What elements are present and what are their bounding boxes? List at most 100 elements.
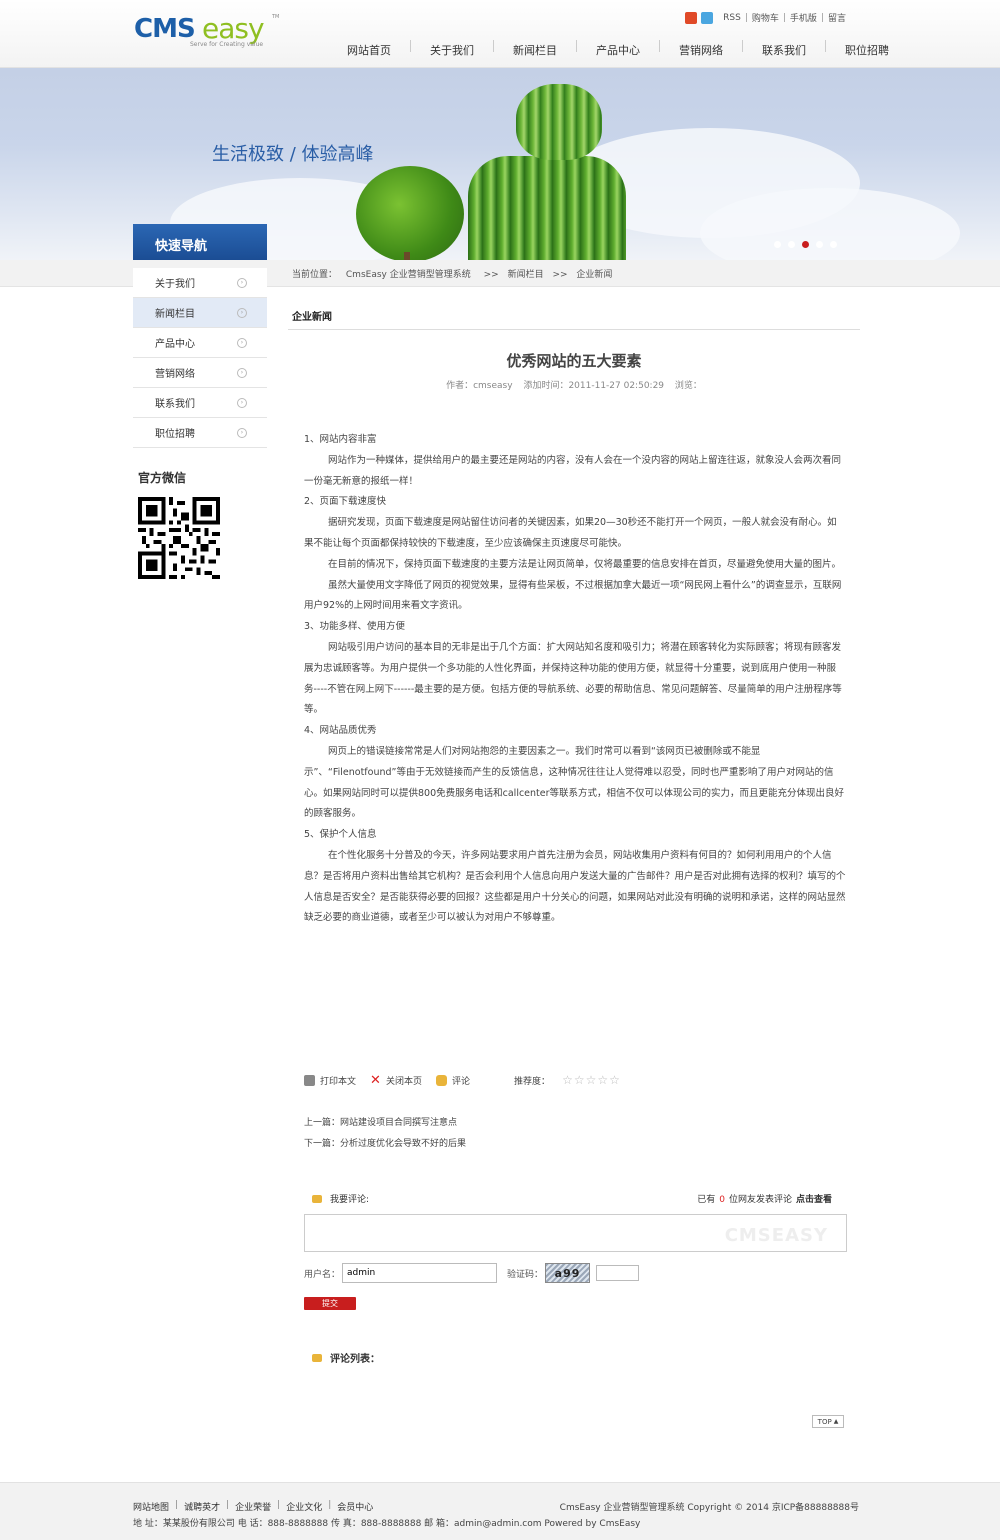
article-subheading: 2、页面下载速度快 (304, 496, 387, 508)
divider: | (744, 12, 748, 23)
nav-divider (825, 40, 826, 52)
back-to-top-button[interactable]: TOP ▲ (812, 1415, 844, 1428)
section-divider (288, 329, 860, 330)
nav-label: 网站首页 (347, 44, 391, 57)
nav-item-products[interactable]: 产品中心 (585, 40, 651, 60)
person-head-image (516, 84, 602, 160)
sidebar-item-contact[interactable]: 联系我们 › (133, 388, 267, 418)
divider: | (175, 1500, 179, 1510)
star-icon[interactable]: ☆ (562, 1073, 573, 1087)
sidebar-item-about[interactable]: 关于我们 › (133, 268, 267, 298)
star-icon[interactable]: ☆ (574, 1073, 585, 1087)
tree-trunk (404, 252, 410, 260)
share-icon[interactable] (701, 11, 714, 24)
top-link-mobile[interactable]: 手机版 (790, 11, 817, 24)
comment-count-suffix: 位网友发表评论 (728, 1195, 792, 1205)
divider: | (782, 12, 786, 23)
sidebar-item-news[interactable]: 新闻栏目 › (133, 298, 267, 328)
top-link-cart[interactable]: 购物车 (752, 11, 779, 24)
comment-count: 0 (719, 1195, 725, 1205)
footer-link-culture[interactable]: 企业文化 (286, 1500, 322, 1513)
sidebar-item-products[interactable]: 产品中心 › (133, 328, 267, 358)
top-link-message[interactable]: 留言 (828, 11, 846, 24)
article-paragraph: 网页上的错误链接常常是人们对网站抱怨的主要因素之一。我们时常可以看到“该网页已被… (304, 745, 845, 820)
footer-links: 网站地图 | 诚聘英才 | 企业荣誉 | 企业文化 | 会员中心 (133, 1500, 373, 1513)
slider-dot[interactable] (830, 241, 837, 248)
article-subheading: 5、保护个人信息 (304, 829, 377, 841)
banner-slogan: 生活极致 / 体验高峰 (212, 144, 374, 165)
star-icon[interactable]: ☆ (597, 1073, 608, 1087)
submit-button[interactable]: 提交 (304, 1297, 356, 1310)
slider-dots (774, 241, 844, 248)
nav-item-network[interactable]: 营销网络 (668, 40, 734, 60)
nav-divider (410, 40, 411, 52)
site-logo[interactable]: CMS easy Serve for Creating value TM (134, 12, 284, 52)
top-links: RSS | 购物车 | 手机版 | 留言 (685, 11, 846, 24)
close-page-button[interactable]: ✕ 关闭本页 (370, 1074, 422, 1087)
comment-button[interactable]: 评论 (436, 1074, 470, 1087)
footer-link-honor[interactable]: 企业荣誉 (235, 1500, 271, 1513)
slider-dot[interactable] (774, 241, 781, 248)
footer-link-jobs[interactable]: 诚聘英才 (184, 1500, 220, 1513)
breadcrumb-home[interactable]: CmsEasy 企业营销型管理系统 (346, 270, 471, 280)
article-paragraph: 虽然大量使用文字降低了网页的视觉效果，显得有些呆板，不过根据加拿大最近一项“网民… (304, 579, 842, 612)
username-input[interactable] (342, 1263, 498, 1283)
comment-list-header: 评论列表： (312, 1350, 380, 1365)
rss-icon[interactable] (685, 11, 698, 24)
article-views: 浏览： (674, 381, 702, 391)
slider-dot[interactable] (788, 241, 795, 248)
nav-item-about[interactable]: 关于我们 (419, 40, 485, 60)
article-subheading: 3、功能多样、使用方便 (304, 621, 406, 633)
slider-dot[interactable] (816, 241, 823, 248)
footer-link-sitemap[interactable]: 网站地图 (133, 1500, 169, 1513)
chevron-right-icon: › (237, 307, 247, 318)
sidebar-item-jobs[interactable]: 职位招聘 › (133, 418, 267, 448)
divider: | (226, 1500, 230, 1510)
rating-stars[interactable]: ☆ ☆ ☆ ☆ ☆ (562, 1073, 621, 1087)
site-footer: 网站地图 | 诚聘英才 | 企业荣誉 | 企业文化 | 会员中心 CmsEasy 企业营… (0, 1482, 1000, 1540)
breadcrumb-sep: >> (483, 270, 499, 280)
comment-icon (312, 1353, 322, 1362)
article-paragraph: 网站作为一种媒体，提供给用户的最主要还是网站的内容，没有人会在一个没内容的网站上… (304, 454, 842, 487)
footer-link-member[interactable]: 会员中心 (337, 1500, 373, 1513)
person-silhouette-image (468, 156, 626, 260)
nav-divider (493, 40, 494, 52)
article-paragraph: 网站吸引用户访问的基本目的无非是出于几个方面：扩大网站知名度和吸引力；将潜在顾客… (304, 641, 842, 716)
star-icon[interactable]: ☆ (609, 1073, 620, 1087)
slider-dot-active[interactable] (802, 241, 809, 248)
nav-item-home[interactable]: 网站首页 (336, 40, 402, 60)
divider: | (328, 1500, 332, 1510)
breadcrumb-news[interactable]: 新闻栏目 (508, 270, 544, 280)
sidebar-item-label: 职位招聘 (155, 429, 195, 440)
captcha-image[interactable]: a99 (545, 1263, 591, 1283)
breadcrumb-current[interactable]: 企业新闻 (576, 270, 612, 280)
chevron-right-icon: › (237, 427, 247, 438)
site-header: CMS easy Serve for Creating value TM RSS… (0, 0, 1000, 68)
captcha-input[interactable] (596, 1265, 640, 1281)
sidebar-item-label: 联系我们 (155, 399, 195, 410)
nav-label: 联系我们 (762, 44, 806, 57)
username-label: 用户名： (304, 1269, 341, 1280)
nav-item-contact[interactable]: 联系我们 (751, 40, 817, 60)
quick-nav-title: 快速导航 (133, 224, 267, 260)
my-comment-label: 我要评论: (330, 1195, 370, 1205)
prev-article-link[interactable]: 上一篇：网站建设项目合同撰写注意点 (304, 1113, 466, 1134)
textarea-watermark: CMSEASY (724, 1225, 828, 1246)
logo-cms-text: CMS (134, 14, 196, 44)
nav-item-news[interactable]: 新闻栏目 (502, 40, 568, 60)
sidebar-item-label: 新闻栏目 (155, 309, 195, 320)
sidebar-item-network[interactable]: 营销网络 › (133, 358, 267, 388)
nav-divider (742, 40, 743, 52)
print-button[interactable]: 打印本文 (304, 1074, 356, 1087)
next-article-link[interactable]: 下一篇：分析过度优化会导致不好的后果 (304, 1134, 466, 1155)
nav-item-jobs[interactable]: 职位招聘 (834, 40, 900, 60)
comment-icon (312, 1194, 322, 1203)
wechat-title: 官方微信 (138, 471, 187, 485)
top-link-rss[interactable]: RSS (723, 13, 741, 23)
captcha-label: 验证码： (507, 1269, 544, 1280)
article-title: 优秀网站的五大要素 (506, 352, 642, 370)
star-icon[interactable]: ☆ (586, 1073, 597, 1087)
view-comments-link[interactable]: 点击查看 (796, 1195, 832, 1205)
chevron-right-icon: › (237, 277, 247, 288)
comment-textarea[interactable]: CMSEASY (304, 1214, 847, 1252)
